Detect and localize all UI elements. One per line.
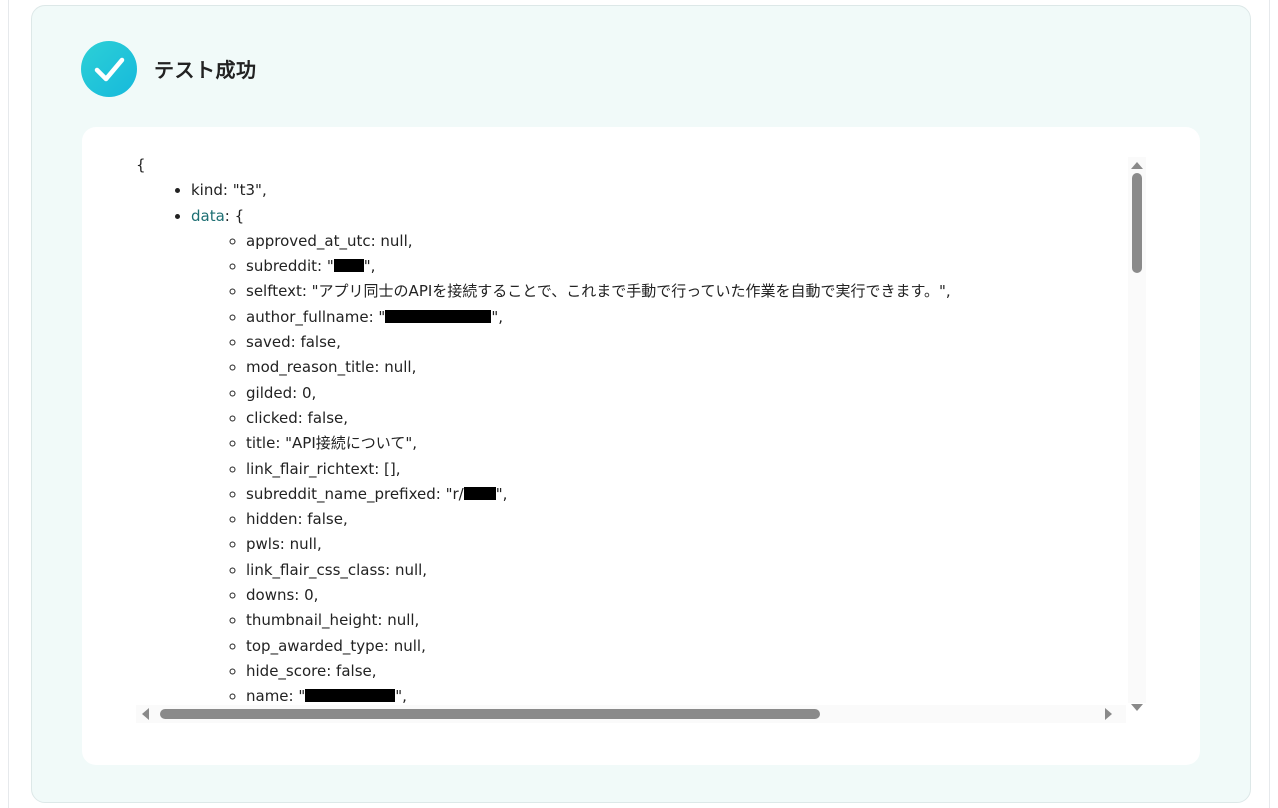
json-data-field: downs: 0, (246, 583, 1126, 608)
json-data-field: link_flair_richtext: [], (246, 457, 1126, 482)
json-item-data: data: { approved_at_utc: null,subreddit:… (191, 204, 1126, 710)
redacted-block (463, 486, 496, 500)
json-data-field: mod_reason_title: null, (246, 355, 1126, 380)
json-value: { (234, 206, 245, 225)
json-key: kind (191, 181, 223, 200)
json-top-list: kind: "t3", data: { approved_at_utc: nul… (136, 178, 1126, 709)
redacted-block (333, 259, 364, 273)
json-content: { kind: "t3", data: { approved_at_utc: n… (132, 147, 1126, 710)
vertical-scroll-thumb[interactable] (1132, 173, 1142, 273)
scroll-down-icon[interactable] (1131, 704, 1143, 711)
json-data-field: thumbnail_height: null, (246, 608, 1126, 633)
json-data-field: clicked: false, (246, 406, 1126, 431)
json-field-text: ", (495, 484, 508, 503)
check-icon (81, 41, 137, 97)
json-data-field: gilded: 0, (246, 381, 1126, 406)
json-field-text: ", (491, 307, 503, 326)
scroll-up-icon[interactable] (1131, 162, 1143, 169)
json-item-kind: kind: "t3", (191, 178, 1126, 203)
json-field-text: ", (395, 687, 407, 706)
status-title: テスト成功 (154, 58, 257, 82)
redacted-block (385, 309, 492, 323)
json-open-brace: { (136, 156, 146, 174)
json-field-text: author_fullname: " (246, 307, 386, 326)
scroll-right-icon[interactable] (1105, 708, 1112, 720)
json-field-text: name: " (246, 687, 306, 706)
vertical-scrollbar[interactable] (1128, 157, 1146, 711)
json-data-field: subreddit: " ", (246, 254, 1126, 279)
json-viewer[interactable]: { kind: "t3", data: { approved_at_utc: n… (132, 147, 1126, 717)
json-data-field: top_awarded_type: null, (246, 634, 1126, 659)
json-key-data-toggle[interactable]: data (191, 207, 225, 225)
json-data-field: pwls: null, (246, 532, 1126, 557)
json-data-field: selftext: "アプリ同士のAPIを接続することで、これまで手動で行ってい… (246, 279, 1126, 304)
json-data-list: approved_at_utc: null, subreddit: " ", self… (191, 229, 1126, 710)
json-data-field: saved: false, (246, 330, 1126, 355)
json-data-field: approved_at_utc: null, (246, 229, 1126, 254)
json-data-field: hidden: false, (246, 507, 1126, 532)
redacted-block (305, 689, 396, 703)
json-field-text: subreddit: " (246, 257, 334, 276)
json-data-field: subreddit_name_prefixed: "r/ ", (246, 482, 1126, 507)
json-result-card: { kind: "t3", data: { approved_at_utc: n… (82, 127, 1200, 765)
json-field-text: subreddit_name_prefixed: "r/ (246, 484, 464, 503)
json-value: "t3", (232, 181, 267, 200)
test-result-panel: テスト成功 { kind: "t3", data: { approved_at_… (31, 5, 1251, 803)
json-data-field: author_fullname: " ", (246, 305, 1126, 330)
json-data-field: hide_score: false, (246, 659, 1126, 684)
json-field-text: ", (363, 257, 376, 276)
horizontal-scroll-thumb[interactable] (160, 709, 820, 719)
scroll-left-icon[interactable] (142, 708, 149, 720)
json-data-field: title: "API接続について", (246, 431, 1126, 456)
horizontal-scrollbar[interactable] (136, 705, 1126, 723)
json-data-field: link_flair_css_class: null, (246, 558, 1126, 583)
